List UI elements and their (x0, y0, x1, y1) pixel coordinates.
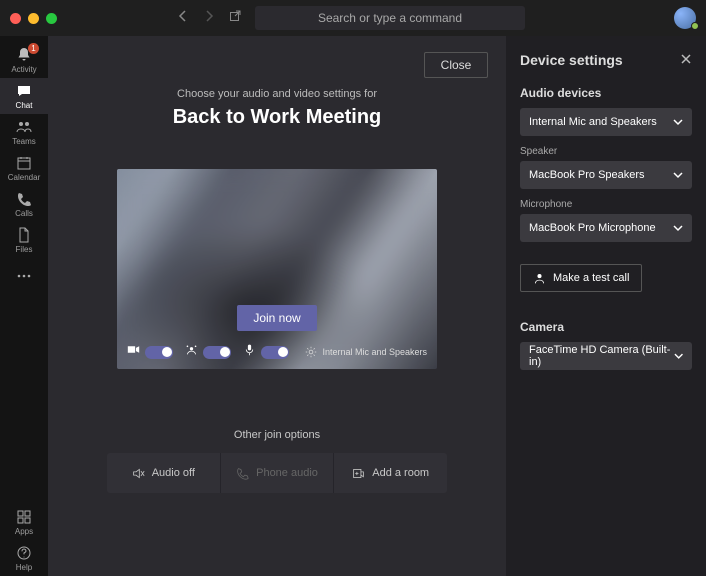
audio-off-option[interactable]: Audio off (107, 453, 220, 493)
window-controls (10, 13, 57, 24)
main-content: Close Choose your audio and video settin… (48, 36, 706, 576)
calendar-icon (15, 154, 33, 172)
maximize-window-button[interactable] (46, 13, 57, 24)
sidebar-item-calls[interactable]: Calls (0, 186, 48, 222)
help-icon (15, 544, 33, 562)
nav-controls (177, 9, 241, 27)
camera-icon (127, 343, 140, 361)
presence-indicator (691, 22, 699, 30)
blur-toggle[interactable] (203, 346, 231, 359)
blur-icon (185, 343, 198, 361)
opt-label: Add a room (372, 467, 429, 479)
panel-title: Device settings (520, 52, 623, 68)
chevron-down-icon (673, 117, 683, 127)
join-now-button[interactable]: Join now (237, 305, 317, 331)
sidebar-label: Files (16, 245, 33, 254)
camera-label: Camera (520, 320, 692, 334)
sidebar-item-chat[interactable]: Chat (0, 78, 48, 114)
mic-icon (243, 343, 256, 361)
add-room-option[interactable]: Add a room (333, 453, 447, 493)
camera-toggle[interactable] (145, 346, 173, 359)
device-settings-shortcut[interactable]: Internal Mic and Speakers (305, 346, 427, 358)
speaker-label: Speaker (520, 146, 692, 157)
sidebar-label: Calendar (8, 173, 40, 182)
device-settings-panel: Device settings Audio devices Internal M… (506, 36, 706, 576)
opt-label: Phone audio (256, 467, 318, 479)
sidebar-label: Teams (12, 137, 36, 146)
app-sidebar: Activity 1 Chat Teams Calendar Calls Fil… (0, 36, 48, 576)
select-value: MacBook Pro Speakers (529, 169, 645, 181)
chevron-down-icon (674, 351, 683, 361)
activity-badge: 1 (28, 43, 39, 54)
chevron-down-icon (673, 170, 683, 180)
files-icon (15, 226, 33, 244)
audio-devices-label: Audio devices (520, 86, 692, 100)
audio-devices-select[interactable]: Internal Mic and Speakers (520, 108, 692, 136)
apps-icon (15, 508, 33, 526)
sidebar-item-files[interactable]: Files (0, 222, 48, 258)
prejoin-screen: Close Choose your audio and video settin… (48, 36, 506, 576)
select-value: Internal Mic and Speakers (529, 116, 657, 128)
search-input[interactable]: Search or type a command (255, 6, 525, 30)
sidebar-label: Apps (15, 527, 33, 536)
select-value: MacBook Pro Microphone (529, 222, 656, 234)
minimize-window-button[interactable] (28, 13, 39, 24)
forward-button[interactable] (203, 9, 215, 27)
opt-label: Audio off (152, 467, 195, 479)
sidebar-item-activity[interactable]: Activity 1 (0, 42, 48, 78)
sidebar-label: Activity (11, 65, 36, 74)
sidebar-label: Chat (16, 101, 33, 110)
sidebar-item-calendar[interactable]: Calendar (0, 150, 48, 186)
sidebar-label: Calls (15, 209, 33, 218)
teams-icon (15, 118, 33, 136)
preview-controls: Internal Mic and Speakers (117, 343, 437, 361)
close-window-button[interactable] (10, 13, 21, 24)
more-icon (15, 267, 33, 285)
close-panel-icon[interactable] (680, 52, 692, 68)
mic-toggle[interactable] (261, 346, 289, 359)
sidebar-item-apps[interactable]: Apps (0, 504, 48, 540)
other-options-row: Audio off Phone audio Add a room (107, 453, 447, 493)
select-value: FaceTime HD Camera (Built-in) (529, 344, 674, 368)
sidebar-label: Help (16, 563, 32, 572)
test-call-button[interactable]: Make a test call (520, 264, 642, 292)
speaker-select[interactable]: MacBook Pro Speakers (520, 161, 692, 189)
test-call-label: Make a test call (553, 272, 629, 284)
sidebar-item-help[interactable]: Help (0, 540, 48, 576)
device-summary-label: Internal Mic and Speakers (322, 347, 427, 357)
chat-icon (15, 82, 33, 100)
other-options-label: Other join options (234, 429, 320, 441)
sidebar-item-teams[interactable]: Teams (0, 114, 48, 150)
microphone-select[interactable]: MacBook Pro Microphone (520, 214, 692, 242)
chevron-down-icon (673, 223, 683, 233)
back-button[interactable] (177, 9, 189, 27)
titlebar: Search or type a command (0, 0, 706, 36)
camera-select[interactable]: FaceTime HD Camera (Built-in) (520, 342, 692, 370)
new-window-icon[interactable] (229, 9, 241, 27)
microphone-label: Microphone (520, 199, 692, 210)
prejoin-subtitle: Choose your audio and video settings for (177, 88, 377, 100)
phone-audio-option: Phone audio (220, 453, 334, 493)
phone-icon (15, 190, 33, 208)
close-button[interactable]: Close (424, 52, 488, 78)
camera-preview: Join now In (117, 169, 437, 369)
meeting-title: Back to Work Meeting (173, 106, 382, 129)
sidebar-item-more[interactable] (0, 258, 48, 294)
